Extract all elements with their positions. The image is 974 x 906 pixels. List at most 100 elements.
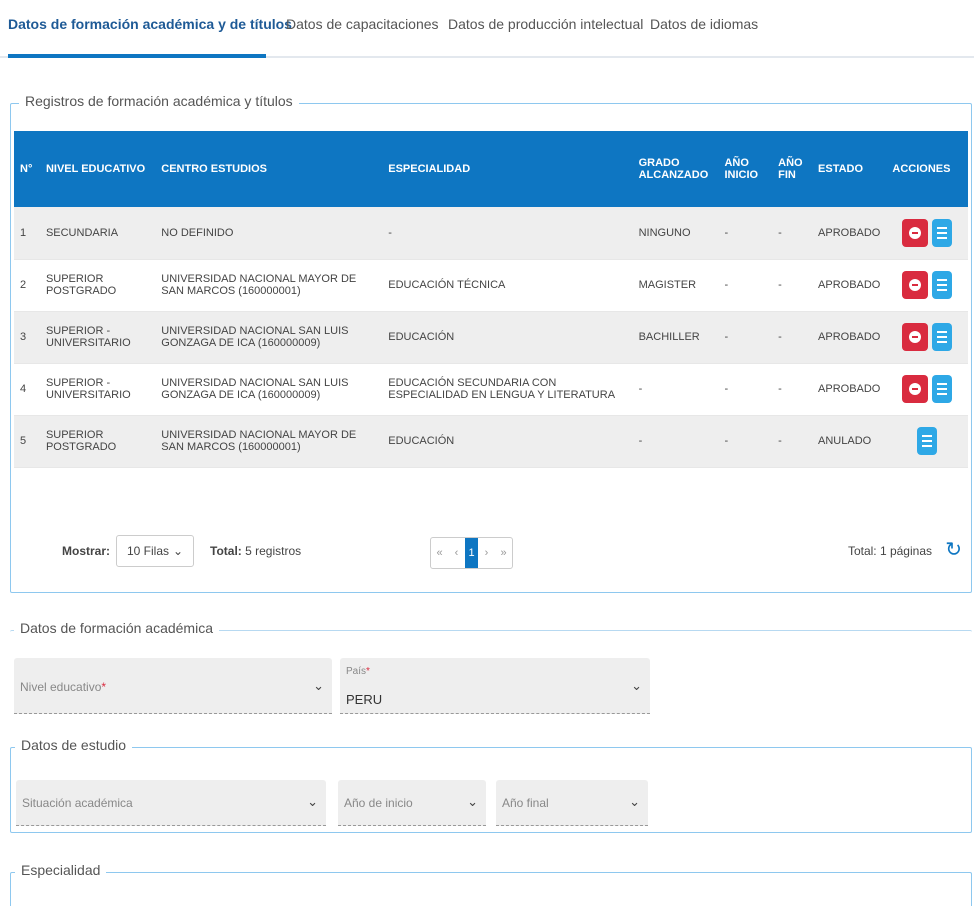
cell-num: 1 — [14, 207, 40, 260]
cell-fin: - — [772, 207, 813, 260]
pais-select[interactable]: País* PERU ⌄ — [340, 658, 650, 714]
list-icon — [937, 226, 948, 229]
cell-nivel: SUPERIOR - UNIVERSITARIO — [39, 363, 156, 416]
total-value: 5 registros — [245, 544, 302, 558]
table-row: 2 SUPERIOR POSTGRADO UNIVERSIDAD NACIONA… — [14, 259, 968, 312]
nivel-educativo-select[interactable]: Nivel educativo* ⌄ — [14, 658, 332, 714]
cell-estado: APROBADO — [812, 207, 887, 260]
cell-centro: UNIVERSIDAD NACIONAL MAYOR DE SAN MARCOS… — [155, 415, 383, 468]
total-records: Total: 5 registros — [210, 544, 301, 558]
anio-inicio-select[interactable]: Año de inicio ⌄ — [338, 780, 486, 826]
col-especialidad[interactable]: ESPECIALIDAD — [382, 131, 633, 207]
cell-nivel: SECUNDARIA — [39, 207, 156, 260]
delete-button[interactable] — [902, 323, 929, 351]
cell-centro: UNIVERSIDAD NACIONAL MAYOR DE SAN MARCOS… — [155, 259, 383, 312]
tab-bar: Datos de formación académica y de título… — [0, 0, 974, 58]
cell-especialidad: - — [382, 207, 633, 260]
cell-num: 2 — [14, 259, 40, 312]
chevron-down-icon: ⌄ — [631, 678, 642, 693]
pais-label: País — [346, 666, 367, 677]
chevron-down-icon: ⌄ — [307, 794, 318, 809]
tab-capacitaciones[interactable]: Datos de capacitaciones — [286, 16, 439, 32]
cell-fin: - — [772, 363, 813, 416]
view-button[interactable] — [932, 271, 953, 299]
col-grado[interactable]: GRADO ALCANZADO — [632, 131, 719, 207]
anio-final-label: Año final — [502, 796, 549, 810]
chevron-down-icon: ⌄ — [172, 544, 183, 558]
view-button[interactable] — [917, 427, 938, 455]
registros-table: N° NIVEL EDUCATIVO CENTRO ESTUDIOS ESPEC… — [14, 131, 968, 468]
delete-button[interactable] — [902, 218, 929, 247]
cell-especialidad: EDUCACIÓN — [382, 415, 633, 468]
next-page-button[interactable]: › — [478, 538, 495, 568]
table-row: 3 SUPERIOR - UNIVERSITARIO UNIVERSIDAD N… — [14, 311, 968, 364]
cell-num: 5 — [14, 415, 40, 468]
view-button[interactable] — [932, 218, 953, 247]
minus-circle-icon — [909, 331, 922, 343]
anio-final-select[interactable]: Año final ⌄ — [496, 780, 648, 826]
chevron-down-icon: ⌄ — [629, 794, 640, 809]
view-button[interactable] — [932, 323, 953, 351]
cell-acciones — [886, 259, 968, 312]
cell-acciones — [886, 311, 968, 364]
cell-inicio: - — [718, 363, 773, 416]
last-page-button[interactable]: » — [495, 538, 512, 568]
cell-grado: - — [632, 363, 719, 416]
registros-legend: Registros de formación académica y títul… — [19, 93, 299, 109]
active-tab-indicator — [8, 54, 266, 58]
cell-acciones — [886, 415, 968, 468]
col-inicio[interactable]: AÑO INICIO — [718, 131, 773, 207]
rows-per-page-value: 10 Filas — [127, 544, 170, 558]
view-button[interactable] — [932, 375, 953, 403]
pagination-bar: Mostrar: 10 Filas ⌄ Total: 5 registros «… — [14, 525, 968, 579]
minus-circle-icon — [909, 226, 922, 239]
cell-acciones — [886, 363, 968, 416]
cell-inicio: - — [718, 311, 773, 364]
table-row: 4 SUPERIOR - UNIVERSITARIO UNIVERSIDAD N… — [14, 363, 968, 416]
first-page-button[interactable]: « — [431, 538, 448, 568]
col-acciones: ACCIONES — [886, 131, 968, 207]
formacion-legend: Datos de formación académica — [14, 620, 219, 636]
col-fin[interactable]: AÑO FIN — [772, 131, 813, 207]
table-header-row: N° NIVEL EDUCATIVO CENTRO ESTUDIOS ESPEC… — [14, 131, 968, 207]
cell-num: 3 — [14, 311, 40, 364]
total-pages: Total: 1 páginas — [847, 544, 932, 558]
col-num: N° — [14, 131, 40, 207]
estudio-legend: Datos de estudio — [15, 737, 133, 753]
rows-per-page-select[interactable]: 10 Filas ⌄ — [116, 535, 194, 567]
col-centro[interactable]: CENTRO ESTUDIOS — [155, 131, 383, 207]
delete-button[interactable] — [902, 271, 929, 299]
refresh-icon[interactable]: ↻ — [945, 537, 962, 562]
especialidad-legend: Especialidad — [15, 862, 107, 878]
cell-inicio: - — [718, 259, 773, 312]
delete-button[interactable] — [902, 375, 929, 403]
situacion-academica-select[interactable]: Situación académica ⌄ — [16, 780, 326, 826]
situacion-academica-label: Situación académica — [22, 796, 133, 810]
pager: « ‹ 1 › » — [430, 537, 513, 569]
chevron-down-icon: ⌄ — [313, 678, 324, 693]
tab-produccion-intelectual[interactable]: Datos de producción intelectual — [448, 16, 643, 32]
cell-fin: - — [772, 311, 813, 364]
list-icon — [937, 279, 948, 281]
cell-especialidad: EDUCACIÓN TÉCNICA — [382, 259, 633, 312]
chevron-down-icon: ⌄ — [467, 794, 478, 809]
tab-idiomas[interactable]: Datos de idiomas — [650, 16, 758, 32]
cell-estado: APROBADO — [812, 259, 887, 312]
cell-estado: APROBADO — [812, 363, 887, 416]
cell-centro: UNIVERSIDAD NACIONAL SAN LUIS GONZAGA DE… — [155, 311, 383, 364]
current-page-button[interactable]: 1 — [465, 538, 478, 568]
prev-page-button[interactable]: ‹ — [448, 538, 465, 568]
cell-nivel: SUPERIOR POSTGRADO — [39, 415, 156, 468]
cell-grado: MAGISTER — [632, 259, 719, 312]
col-nivel[interactable]: NIVEL EDUCATIVO — [39, 131, 156, 207]
total-label: Total: — [210, 544, 242, 558]
list-icon — [922, 435, 933, 437]
nivel-educativo-label: Nivel educativo — [20, 680, 102, 694]
cell-centro: NO DEFINIDO — [155, 207, 383, 260]
cell-estado: ANULADO — [812, 415, 887, 468]
tab-formacion-academica[interactable]: Datos de formación académica y de título… — [8, 16, 292, 32]
cell-fin: - — [772, 415, 813, 468]
cell-fin: - — [772, 259, 813, 312]
col-estado[interactable]: ESTADO — [812, 131, 887, 207]
cell-especialidad: EDUCACIÓN — [382, 311, 633, 364]
